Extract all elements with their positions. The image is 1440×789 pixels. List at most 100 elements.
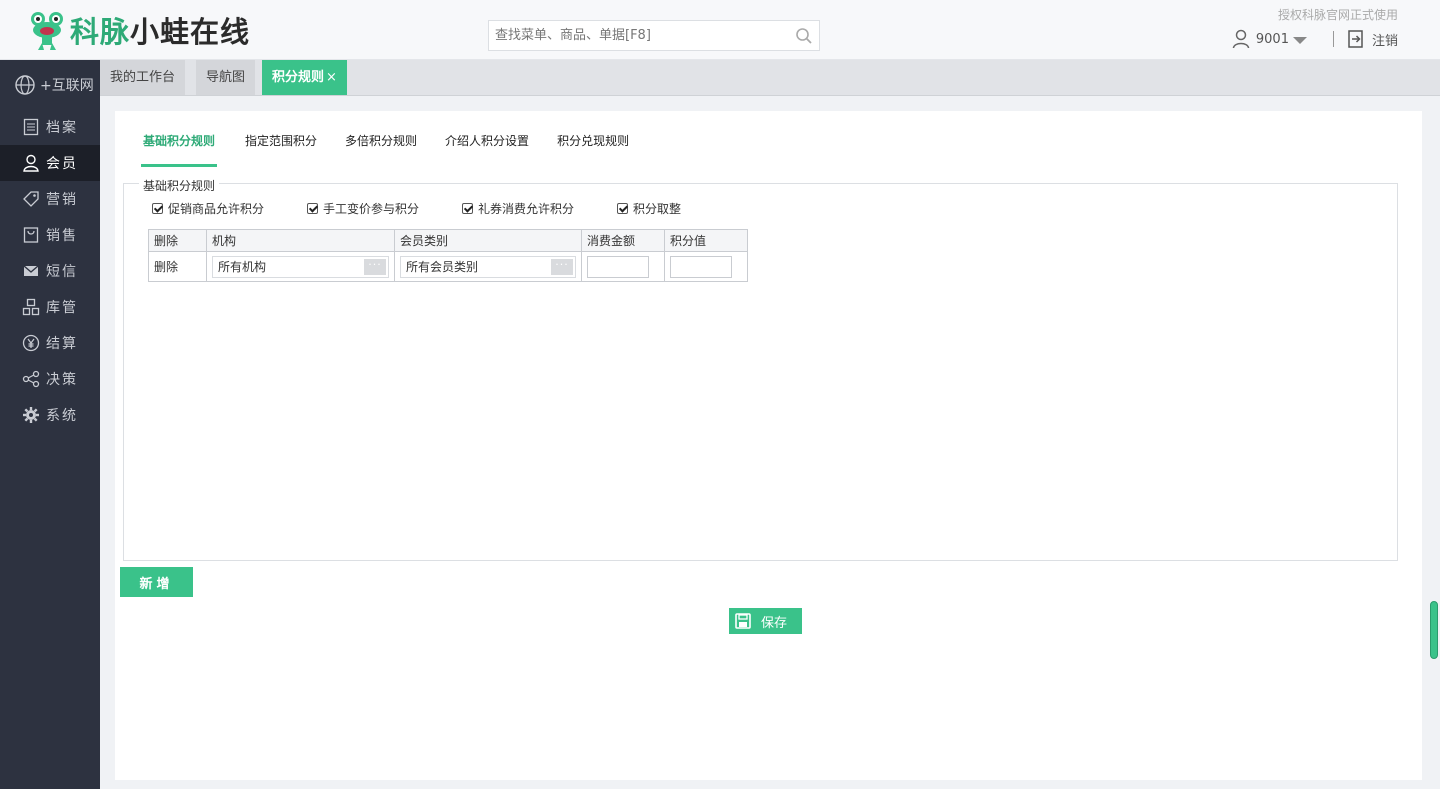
tab-range-points[interactable]: 指定范围积分 — [245, 131, 317, 167]
tab-points-rules[interactable]: 积分规则 × — [262, 60, 347, 95]
column-header: 积分值 — [664, 229, 748, 252]
app-logo[interactable]: 科脉 小蛙在线 — [28, 8, 250, 52]
tab-label: 积分规则 — [272, 70, 325, 85]
sidebar-item-inventory[interactable]: 库管 — [0, 289, 100, 325]
column-header: 会员类别 — [394, 229, 582, 252]
sidebar-item-member[interactable]: 会员 — [0, 145, 100, 181]
more-icon[interactable]: ··· — [364, 258, 386, 275]
close-icon[interactable]: × — [326, 70, 337, 85]
checkbox-round-points[interactable]: 积分取整 — [617, 200, 681, 217]
member-type-cell: 所有会员类别 ··· — [394, 251, 582, 282]
content-panel: 基础积分规则 指定范围积分 多倍积分规则 介绍人积分设置 积分兑现规则 基础积分… — [115, 111, 1422, 780]
amount-input[interactable] — [587, 255, 649, 278]
user-id[interactable]: 9001 — [1256, 32, 1289, 47]
tab-workbench[interactable]: 我的工作台 — [100, 60, 186, 95]
tab-label: 我的工作台 — [110, 70, 176, 85]
sidebar-item-marketing[interactable]: 营销 — [0, 181, 100, 217]
org-value: 所有机构 — [218, 260, 267, 274]
checkbox-checked-icon[interactable] — [152, 203, 163, 214]
global-search[interactable] — [488, 20, 820, 51]
chevron-down-icon[interactable] — [1292, 36, 1307, 44]
tab-label: 导航图 — [206, 70, 246, 85]
frog-logo-icon — [31, 12, 63, 50]
more-icon[interactable]: ··· — [551, 258, 573, 275]
column-header: 删除 — [148, 229, 207, 252]
points-input[interactable] — [670, 255, 732, 278]
sidebar-item-label: 系统 — [46, 408, 78, 424]
user-icon — [23, 154, 39, 172]
logout-icon[interactable] — [1348, 30, 1364, 48]
tab-navigation-map[interactable]: 导航图 — [196, 60, 256, 95]
member-type-picker[interactable]: 所有会员类别 ··· — [400, 255, 576, 278]
user-bar: 9001 注销 — [1232, 28, 1398, 50]
scroll-handle[interactable] — [1430, 601, 1438, 659]
sidebar-item-label: +互联网 — [40, 78, 94, 94]
points-cell — [664, 251, 748, 282]
boxes-icon — [22, 298, 40, 316]
sidebar-item-label: 营销 — [46, 192, 78, 208]
sidebar-item-label: 档案 — [46, 120, 78, 136]
sidebar-item-internet[interactable]: +互联网 — [0, 60, 100, 110]
top-header: 科脉 小蛙在线 授权科脉官网正式使用 9001 注销 — [0, 0, 1440, 60]
table-row: 删除 所有机构 ··· 所有会员类别 ··· — [148, 251, 748, 282]
checkbox-label: 积分取整 — [633, 202, 682, 216]
tab-basic-points-rules[interactable]: 基础积分规则 — [141, 131, 218, 167]
sidebar-item-label: 结算 — [46, 336, 78, 352]
tab-referrer-points-settings[interactable]: 介绍人积分设置 — [445, 131, 529, 167]
tab-multiple-points-rules[interactable]: 多倍积分规则 — [345, 131, 417, 167]
main-sidebar: +互联网 档案 会员 营销 销售 短信 库管 结算 决策 系统 — [0, 60, 100, 789]
table-header-row: 删除 机构 会员类别 消费金额 积分值 — [148, 229, 748, 252]
share-icon — [22, 370, 40, 388]
column-header: 机构 — [206, 229, 395, 252]
sidebar-item-label: 短信 — [46, 264, 78, 280]
checkbox-label: 礼券消费允许积分 — [478, 202, 575, 216]
rule-options: 促销商品允许积分 手工变价参与积分 礼券消费允许积分 积分取整 — [152, 200, 681, 217]
window-tab-bar: 我的工作台 导航图 积分规则 × — [100, 60, 1440, 96]
checkbox-checked-icon[interactable] — [617, 203, 628, 214]
globe-icon — [15, 75, 35, 95]
tab-points-redemption-rules[interactable]: 积分兑现规则 — [557, 131, 629, 167]
org-picker[interactable]: 所有机构 ··· — [212, 255, 389, 278]
sidebar-item-sms[interactable]: 短信 — [0, 253, 100, 289]
org-cell: 所有机构 ··· — [206, 251, 395, 282]
save-button[interactable]: 保存 — [729, 608, 802, 634]
checkbox-label: 促销商品允许积分 — [168, 202, 265, 216]
fieldset-legend: 基础积分规则 — [139, 177, 220, 194]
sidebar-item-label: 决策 — [46, 372, 78, 388]
logout-link[interactable]: 注销 — [1372, 30, 1398, 49]
sidebar-item-sales[interactable]: 销售 — [0, 217, 100, 253]
sidebar-item-settlement[interactable]: 结算 — [0, 325, 100, 361]
delete-link[interactable]: 删除 — [148, 251, 207, 282]
gear-icon — [23, 407, 39, 423]
basic-rules-fieldset: 基础积分规则 促销商品允许积分 手工变价参与积分 礼券消费允许积分 积分取整 删… — [123, 177, 1398, 561]
checkbox-coupon-allow-points[interactable]: 礼券消费允许积分 — [462, 200, 617, 217]
points-rule-table: 删除 机构 会员类别 消费金额 积分值 删除 所有机构 ··· 所有会员类别 ·… — [148, 229, 748, 282]
floppy-icon — [735, 613, 751, 629]
checkbox-label: 手工变价参与积分 — [323, 202, 420, 216]
add-button[interactable]: 新增 — [120, 567, 193, 597]
mail-icon — [23, 265, 39, 276]
sidebar-item-label: 会员 — [46, 156, 78, 172]
sidebar-item-label: 销售 — [46, 228, 78, 244]
yen-icon — [22, 334, 40, 352]
sidebar-item-system[interactable]: 系统 — [0, 397, 100, 433]
tag-icon — [23, 191, 39, 207]
search-icon[interactable] — [795, 27, 813, 45]
search-input[interactable] — [489, 21, 779, 50]
member-type-value: 所有会员类别 — [406, 260, 479, 274]
document-icon — [23, 118, 39, 136]
sidebar-item-decision[interactable]: 决策 — [0, 361, 100, 397]
checkbox-manual-price-points[interactable]: 手工变价参与积分 — [307, 200, 462, 217]
bag-icon — [23, 227, 39, 243]
sidebar-item-archive[interactable]: 档案 — [0, 109, 100, 145]
user-icon — [1232, 29, 1250, 49]
checkbox-checked-icon[interactable] — [307, 203, 318, 214]
brand-name-green: 科脉 — [70, 15, 131, 49]
divider — [1332, 31, 1334, 47]
amount-cell — [581, 251, 665, 282]
sidebar-item-label: 库管 — [46, 300, 78, 316]
checkbox-promo-allow-points[interactable]: 促销商品允许积分 — [152, 200, 307, 217]
checkbox-checked-icon[interactable] — [462, 203, 473, 214]
save-button-label: 保存 — [761, 614, 788, 630]
column-header: 消费金额 — [581, 229, 665, 252]
